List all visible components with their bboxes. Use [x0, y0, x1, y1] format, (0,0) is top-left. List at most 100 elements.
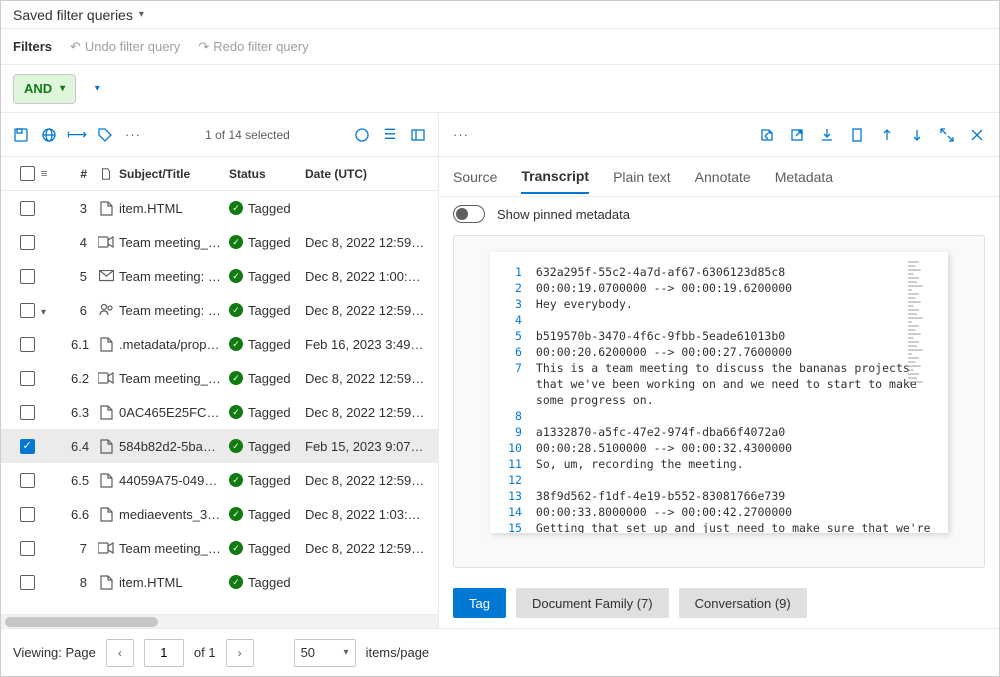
down-arrow-icon[interactable] — [909, 127, 925, 143]
row-type-icon — [93, 303, 119, 317]
tab-plain-text[interactable]: Plain text — [613, 161, 671, 193]
globe-dropdown-icon[interactable] — [354, 127, 370, 143]
row-status: ✓Tagged — [229, 507, 305, 522]
tab-annotate[interactable]: Annotate — [695, 161, 751, 193]
row-type-icon — [93, 473, 119, 488]
line-number: 15 — [506, 520, 536, 533]
saved-queries-bar[interactable]: Saved filter queries ▾ — [1, 1, 999, 29]
table-row[interactable]: 6.6mediaevents_3802-...✓TaggedDec 8, 202… — [1, 497, 438, 531]
row-date: Dec 8, 2022 1:00:00... — [305, 269, 426, 284]
row-checkbox[interactable] — [20, 405, 35, 420]
list-view-icon[interactable]: ☰ — [382, 127, 398, 143]
popout-icon[interactable] — [789, 127, 805, 143]
table-row[interactable]: 6.1.metadata/properti...✓TaggedFeb 16, 2… — [1, 327, 438, 361]
items-per-page-select[interactable]: 50 ▾ — [294, 639, 356, 667]
line-number: 11 — [506, 456, 536, 472]
row-subject: Team meeting: ban... — [119, 269, 229, 284]
row-checkbox[interactable] — [20, 371, 35, 386]
row-checkbox[interactable] — [20, 201, 35, 216]
page-input[interactable] — [144, 639, 184, 667]
columns-icon[interactable] — [410, 127, 426, 143]
col-status[interactable]: Status — [229, 167, 305, 181]
horizontal-scrollbar[interactable] — [1, 614, 438, 628]
close-icon[interactable] — [969, 127, 985, 143]
sort-icon[interactable]: ≡ — [41, 168, 61, 180]
arrow-icon[interactable]: ⟼ — [69, 127, 85, 143]
prev-page-button[interactable]: ‹ — [106, 639, 134, 667]
tab-source[interactable]: Source — [453, 161, 497, 193]
save-icon[interactable] — [13, 127, 29, 143]
row-checkbox[interactable] — [20, 235, 35, 250]
row-checkbox[interactable] — [20, 507, 35, 522]
col-type-icon[interactable] — [93, 167, 119, 181]
pinned-metadata-toggle[interactable] — [453, 205, 485, 223]
expand-row-icon[interactable]: ▾ — [41, 307, 46, 318]
grid-body[interactable]: 3item.HTML✓Tagged4Team meeting_ ban...✓T… — [1, 191, 438, 614]
table-row[interactable]: 6.4584b82d2-5bae-4f...✓TaggedFeb 15, 202… — [1, 429, 438, 463]
items-per-page-label: items/page — [366, 645, 430, 660]
table-row[interactable]: 5Team meeting: ban...✓TaggedDec 8, 2022 … — [1, 259, 438, 293]
line-text — [536, 312, 936, 328]
row-type-icon — [93, 575, 119, 590]
expand-icon[interactable] — [939, 127, 955, 143]
export-icon[interactable] — [759, 127, 775, 143]
conversation-button[interactable]: Conversation (9) — [679, 588, 807, 618]
document-family-button[interactable]: Document Family (7) — [516, 588, 669, 618]
row-date: Dec 8, 2022 12:59:2... — [305, 405, 426, 420]
transcript-line: 12 — [506, 472, 936, 488]
globe-icon[interactable] — [41, 127, 57, 143]
tab-metadata[interactable]: Metadata — [775, 161, 833, 193]
tag-button[interactable]: Tag — [453, 588, 506, 618]
preview-more-actions[interactable]: ··· — [453, 127, 469, 142]
line-number: 4 — [506, 312, 536, 328]
row-status: ✓Tagged — [229, 235, 305, 250]
add-filter-button[interactable]: ▾ — [82, 74, 112, 104]
row-number: 6.3 — [61, 405, 93, 420]
row-checkbox[interactable] — [20, 303, 35, 318]
download-icon[interactable] — [819, 127, 835, 143]
preview-toolbar: ··· — [439, 113, 999, 157]
table-row[interactable]: 6.544059A75-0495E62...✓TaggedDec 8, 2022… — [1, 463, 438, 497]
tag-icon[interactable] — [97, 127, 113, 143]
row-date: Dec 8, 2022 12:59:2... — [305, 541, 426, 556]
undo-filter-button[interactable]: ↶Undo filter query — [70, 39, 180, 55]
row-checkbox[interactable] — [20, 269, 35, 284]
doc-icon[interactable] — [849, 127, 865, 143]
line-text: 38f9d562-f1df-4e19-b552-83081766e739 — [536, 488, 936, 504]
col-date[interactable]: Date (UTC) — [305, 167, 426, 181]
row-checkbox[interactable] — [20, 337, 35, 352]
line-text: Getting that set up and just need to mak… — [536, 520, 936, 533]
row-type-icon — [93, 405, 119, 420]
row-checkbox[interactable] — [20, 439, 35, 454]
row-checkbox[interactable] — [20, 575, 35, 590]
table-row[interactable]: 6.2Team meeting_ ban...✓TaggedDec 8, 202… — [1, 361, 438, 395]
line-number: 2 — [506, 280, 536, 296]
row-checkbox[interactable] — [20, 473, 35, 488]
row-date: Dec 8, 2022 12:59:2... — [305, 303, 426, 318]
next-page-button[interactable]: › — [226, 639, 254, 667]
col-subject[interactable]: Subject/Title — [119, 167, 229, 181]
transcript-line: 600:00:20.6200000 --> 00:00:27.7600000 — [506, 344, 936, 360]
row-number: 6.6 — [61, 507, 93, 522]
up-arrow-icon[interactable] — [879, 127, 895, 143]
and-operator-pill[interactable]: AND ▾ — [13, 74, 76, 104]
table-row[interactable]: 6.30AC465E25FC146E...✓TaggedDec 8, 2022 … — [1, 395, 438, 429]
select-all-checkbox[interactable] — [20, 166, 35, 181]
table-row[interactable]: 3item.HTML✓Tagged — [1, 191, 438, 225]
table-row[interactable]: 8item.HTML✓Tagged — [1, 565, 438, 599]
transcript-viewport[interactable]: ▬▬▬▬▬▬▬▬▬▬▬▬▬▬▬▬▬▬▬▬▬▬▬▬▬▬▬▬▬▬▬▬▬▬▬▬▬▬▬▬… — [453, 235, 985, 568]
row-date: Dec 8, 2022 1:03:42... — [305, 507, 426, 522]
tab-transcript[interactable]: Transcript — [521, 160, 589, 194]
and-label: AND — [24, 81, 52, 96]
row-checkbox[interactable] — [20, 541, 35, 556]
line-number: 3 — [506, 296, 536, 312]
table-row[interactable]: 7Team meeting_ ban...✓TaggedDec 8, 2022 … — [1, 531, 438, 565]
row-date: Dec 8, 2022 12:59:2... — [305, 235, 426, 250]
table-row[interactable]: ▾6Team meeting: ban...✓TaggedDec 8, 2022… — [1, 293, 438, 327]
line-number: 10 — [506, 440, 536, 456]
line-text: 632a295f-55c2-4a7d-af67-6306123d85c8 — [536, 264, 936, 280]
more-actions[interactable]: ··· — [125, 127, 141, 142]
table-row[interactable]: 4Team meeting_ ban...✓TaggedDec 8, 2022 … — [1, 225, 438, 259]
col-num[interactable]: # — [61, 167, 93, 181]
redo-filter-button[interactable]: ↷Redo filter query — [198, 39, 308, 55]
